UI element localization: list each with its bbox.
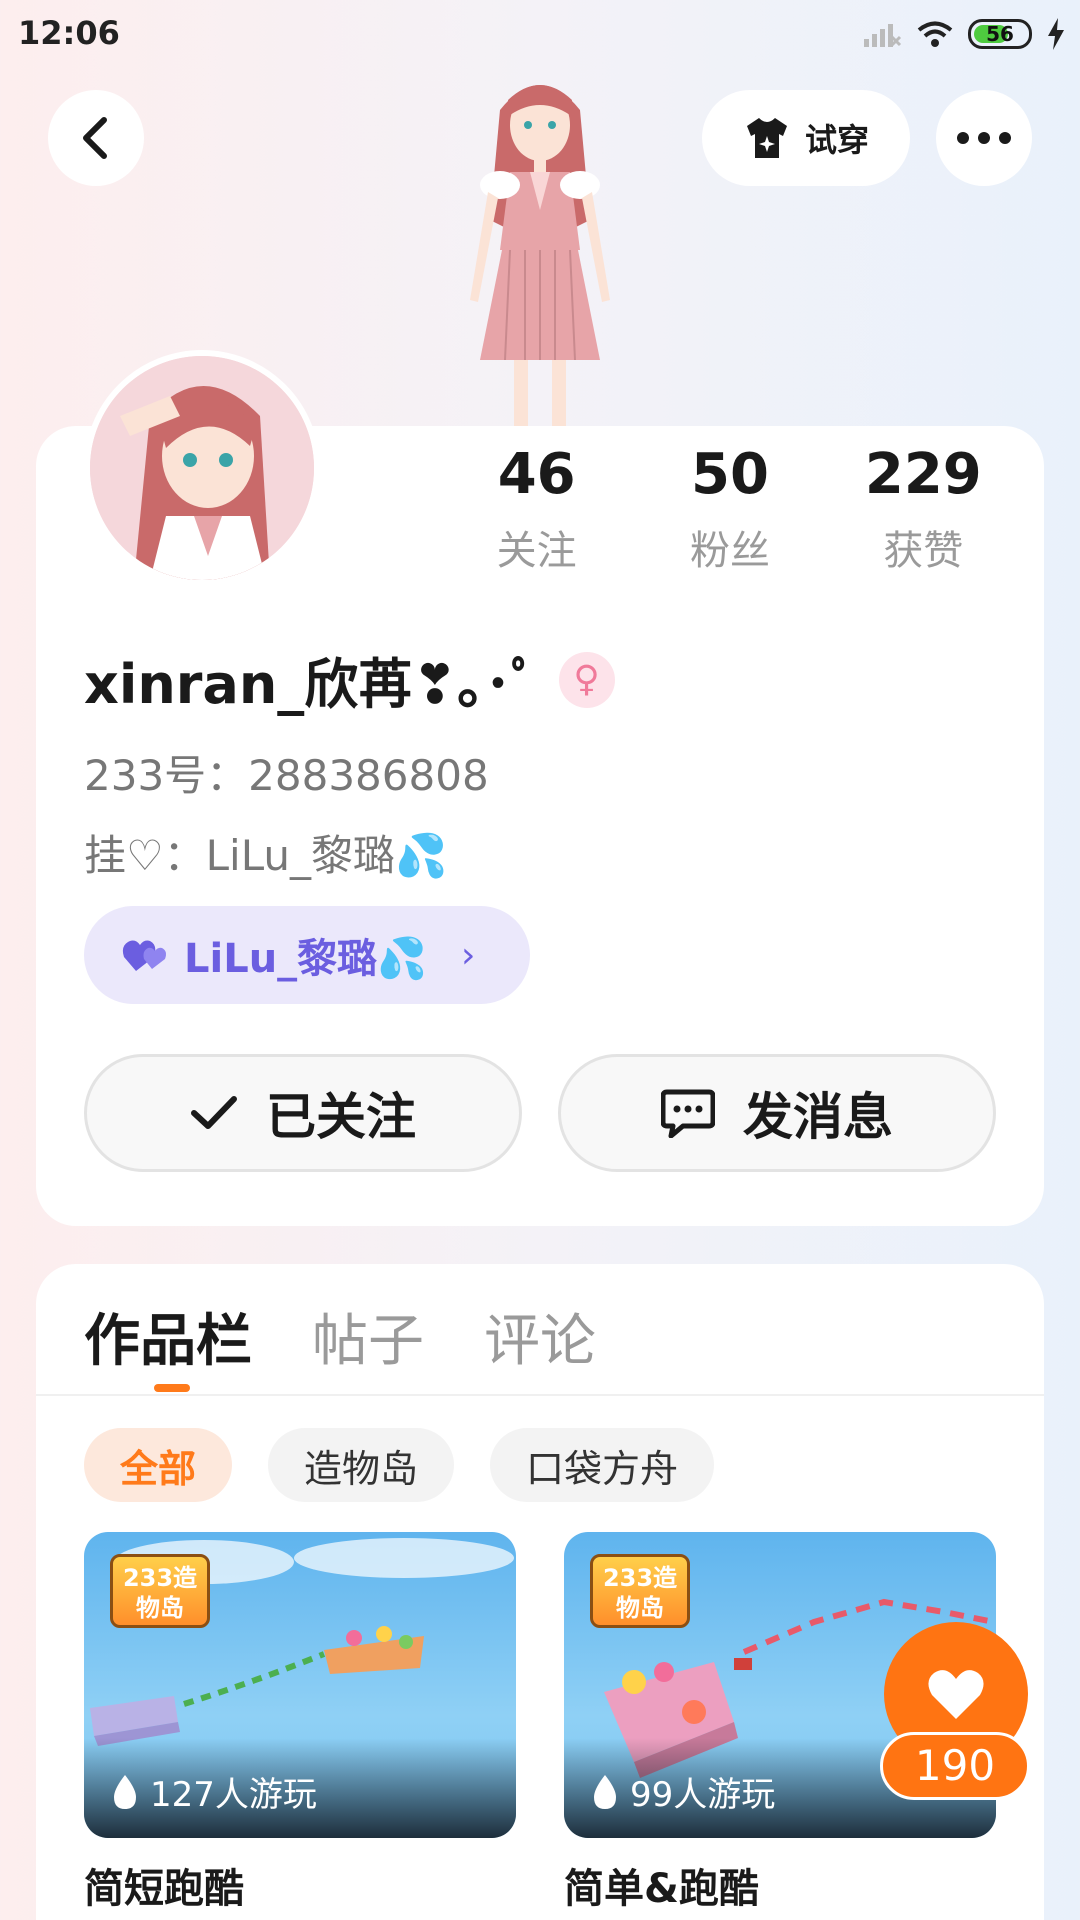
tab-works[interactable]: 作品栏 [84, 1296, 252, 1377]
shirt-icon [746, 118, 787, 158]
followed-label: 已关注 [266, 1088, 416, 1146]
tab-divider [36, 1394, 1044, 1396]
double-heart-icon [122, 940, 166, 971]
like-count: 190 [880, 1732, 1030, 1800]
status-time: 12:06 [18, 14, 120, 52]
filter-all[interactable]: 全部 [84, 1428, 233, 1502]
plays-row: 99人游玩 [590, 1767, 775, 1816]
status-bar: 12:06 56 [0, 0, 1080, 72]
more-button[interactable] [936, 90, 1032, 186]
character-figure[interactable] [430, 70, 650, 430]
avatar-image [90, 356, 314, 580]
stat-followers[interactable]: 50 粉丝 [633, 440, 826, 576]
flame-icon [114, 1774, 136, 1809]
send-message-button[interactable]: 发消息 [558, 1054, 996, 1172]
filter-creation-island[interactable]: 造物岛 [268, 1428, 455, 1502]
plays-count: 99人游玩 [630, 1775, 776, 1815]
wifi-icon [917, 21, 953, 47]
user-id: 233号：288386808 [84, 751, 489, 800]
game-title: 简单&跑酷 [564, 1866, 759, 1912]
partner-chip-label: LiLu_黎璐💦 [184, 936, 427, 982]
game-title: 简短跑酷 [84, 1866, 244, 1912]
send-message-label: 发消息 [743, 1088, 893, 1146]
game-logo: 233造物岛 [590, 1554, 690, 1628]
partner-chip[interactable]: LiLu_黎璐💦 › [84, 906, 530, 1004]
game-logo: 233造物岛 [110, 1554, 210, 1628]
heart-icon [928, 1670, 984, 1719]
chevron-left-icon [83, 117, 107, 159]
battery-icon: 56 [968, 19, 1032, 49]
stats-row: 46 关注 50 粉丝 229 获赞 [440, 440, 1020, 576]
plays-row: 127人游玩 [110, 1767, 317, 1816]
more-dots-icon [957, 132, 1011, 144]
chat-bubble-icon [661, 1089, 715, 1138]
plays-count: 127人游玩 [150, 1775, 317, 1815]
username-row: xinran_欣苒❣｡･ﾟ ♀ [84, 640, 615, 719]
status-icons: 56 [862, 18, 1066, 50]
stat-following[interactable]: 46 关注 [440, 440, 633, 576]
stat-likes[interactable]: 229 获赞 [827, 440, 1020, 576]
try-on-button[interactable]: 试穿 [702, 90, 910, 186]
back-button[interactable] [48, 90, 144, 186]
female-gender-icon: ♀ [558, 651, 615, 708]
tab-indicator [154, 1384, 190, 1392]
followed-button[interactable]: 已关注 [84, 1054, 522, 1172]
check-icon [191, 1096, 237, 1129]
flame-icon [594, 1774, 616, 1809]
charging-icon [1048, 18, 1064, 50]
content-tabs: 作品栏 帖子 评论 [84, 1296, 596, 1377]
stat-label: 关注 [496, 528, 577, 574]
avatar[interactable] [84, 350, 320, 586]
try-on-label: 试穿 [804, 121, 869, 159]
filter-chips: 全部 造物岛 口袋方舟 [84, 1428, 715, 1502]
filter-pocket-ark[interactable]: 口袋方舟 [490, 1428, 715, 1502]
partner-line: 挂♡：LiLu_黎璐💦 [84, 831, 448, 880]
game-card[interactable]: 233造物岛 127人游玩 简短跑酷 [84, 1532, 516, 1914]
signal-icon [864, 24, 902, 47]
stat-label: 粉丝 [689, 528, 770, 574]
tab-comments[interactable]: 评论 [484, 1296, 596, 1377]
username: xinran_欣苒❣｡･ﾟ [84, 653, 539, 716]
stat-value: 229 [864, 442, 982, 507]
stat-value: 50 [691, 442, 769, 507]
chevron-right-icon: › [460, 934, 476, 976]
stat-label: 获赞 [883, 528, 964, 574]
stat-value: 46 [497, 442, 576, 507]
tab-posts[interactable]: 帖子 [312, 1296, 424, 1377]
game-thumbnail: 233造物岛 127人游玩 [84, 1532, 516, 1838]
battery-level: 56 [986, 22, 1014, 46]
